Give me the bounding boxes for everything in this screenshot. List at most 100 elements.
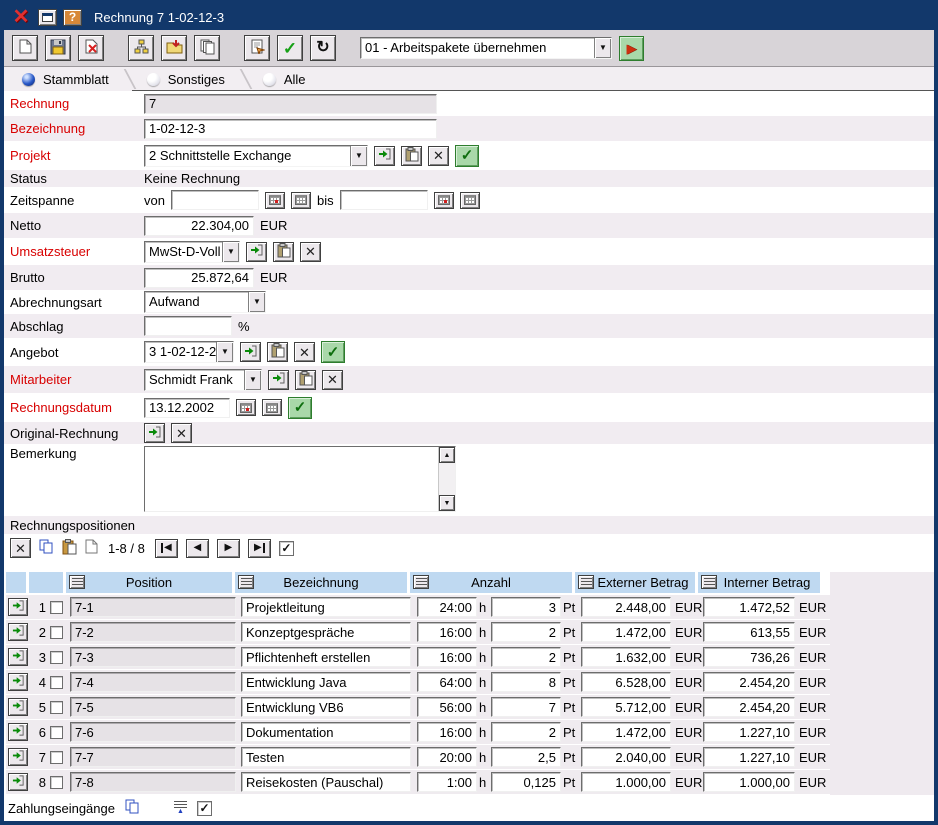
row-hours-input[interactable] [417, 772, 477, 792]
dropdown-button[interactable]: ▼ [594, 38, 611, 58]
row-points-input[interactable] [491, 722, 561, 742]
delete-record-button[interactable] [78, 35, 104, 61]
angebot-goto-button[interactable] [240, 342, 261, 362]
refresh-button[interactable]: ↻ [310, 35, 336, 61]
original-rechnung-clear-button[interactable]: ✕ [171, 423, 192, 443]
row-goto-button[interactable] [8, 698, 28, 716]
dropdown-button[interactable]: ▼ [248, 292, 265, 312]
row-intern-amount-input[interactable] [703, 697, 795, 717]
row-goto-button[interactable] [8, 723, 28, 741]
row-points-input[interactable] [491, 647, 561, 667]
row-bezeichnung-input[interactable] [241, 697, 411, 717]
umsatzsteuer-paste-button[interactable] [273, 242, 294, 262]
projekt-dropdown[interactable]: 2 Schnittstelle Exchange ▼ [144, 145, 368, 167]
scroll-up-button[interactable]: ▲ [439, 447, 455, 463]
sort-icon[interactable] [69, 575, 85, 589]
rechnungsdatum-input[interactable] [144, 398, 230, 418]
row-position-input[interactable] [70, 597, 236, 617]
row-checkbox[interactable] [50, 601, 63, 614]
abrechnungsart-dropdown[interactable]: Aufwand ▼ [144, 291, 266, 313]
action-dropdown[interactable]: 01 - Arbeitspakete übernehmen ▼ [360, 37, 612, 59]
scroll-down-button[interactable]: ▼ [439, 495, 455, 511]
save-button[interactable] [45, 35, 71, 61]
zahlungseingaenge-checkbox[interactable] [197, 801, 212, 816]
tab-sonstiges[interactable]: Sonstiges [139, 67, 237, 91]
row-bezeichnung-input[interactable] [241, 672, 411, 692]
bemerkung-textarea[interactable] [145, 447, 438, 511]
angebot-paste-button[interactable] [267, 342, 288, 362]
original-rechnung-goto-button[interactable] [144, 423, 165, 443]
positions-new-button[interactable] [85, 539, 98, 557]
row-checkbox[interactable] [50, 676, 63, 689]
row-position-input[interactable] [70, 722, 236, 742]
projekt-ok-button[interactable]: ✓ [455, 145, 479, 167]
row-position-input[interactable] [70, 622, 236, 642]
help-button[interactable]: ? [63, 9, 82, 26]
row-goto-button[interactable] [8, 623, 28, 641]
positions-delete-button[interactable]: ✕ [10, 538, 31, 558]
dropdown-button[interactable]: ▼ [244, 370, 261, 390]
row-bezeichnung-input[interactable] [241, 747, 411, 767]
projekt-paste-button[interactable] [401, 146, 422, 166]
row-intern-amount-input[interactable] [703, 622, 795, 642]
tab-alle[interactable]: Alle [255, 67, 318, 91]
positions-select-all-checkbox[interactable] [279, 541, 294, 556]
positions-copy-button[interactable] [39, 539, 54, 558]
next-page-button[interactable]: ▶ [217, 539, 240, 558]
angebot-dropdown[interactable]: 3 1-02-12-2 ▼ [144, 341, 234, 363]
row-intern-amount-input[interactable] [703, 722, 795, 742]
zahlungseingaenge-copy-button[interactable] [125, 799, 140, 818]
row-points-input[interactable] [491, 622, 561, 642]
header-externer-betrag[interactable]: Externer Betrag [575, 572, 695, 593]
sort-icon[interactable] [701, 575, 717, 589]
zahlungseingaenge-list-button[interactable]: ▲ [174, 801, 187, 815]
row-bezeichnung-input[interactable] [241, 622, 411, 642]
row-bezeichnung-input[interactable] [241, 772, 411, 792]
row-hours-input[interactable] [417, 722, 477, 742]
sort-icon[interactable] [413, 575, 429, 589]
von-calendar-button[interactable] [291, 192, 311, 209]
row-extern-amount-input[interactable] [581, 747, 671, 767]
row-hours-input[interactable] [417, 697, 477, 717]
row-extern-amount-input[interactable] [581, 697, 671, 717]
row-intern-amount-input[interactable] [703, 597, 795, 617]
rechnungsdatum-date-picker-button[interactable] [236, 399, 256, 416]
row-extern-amount-input[interactable] [581, 597, 671, 617]
row-checkbox[interactable] [50, 726, 63, 739]
mitarbeiter-dropdown[interactable]: Schmidt Frank ▼ [144, 369, 262, 391]
import-button[interactable] [161, 35, 187, 61]
row-extern-amount-input[interactable] [581, 722, 671, 742]
angebot-ok-button[interactable]: ✓ [321, 341, 345, 363]
row-bezeichnung-input[interactable] [241, 722, 411, 742]
window-button[interactable] [38, 9, 57, 26]
row-hours-input[interactable] [417, 672, 477, 692]
row-extern-amount-input[interactable] [581, 772, 671, 792]
header-position[interactable]: Position [66, 572, 232, 593]
sort-icon[interactable] [238, 575, 254, 589]
row-intern-amount-input[interactable] [703, 647, 795, 667]
header-interner-betrag[interactable]: Interner Betrag [698, 572, 820, 593]
umsatzsteuer-dropdown[interactable]: MwSt-D-Voll ▼ [144, 241, 240, 263]
rechnung-input[interactable] [144, 94, 437, 114]
last-page-button[interactable]: ▶ [248, 539, 271, 558]
header-bezeichnung[interactable]: Bezeichnung [235, 572, 407, 593]
row-intern-amount-input[interactable] [703, 772, 795, 792]
dropdown-button[interactable]: ▼ [222, 242, 239, 262]
mitarbeiter-goto-button[interactable] [268, 370, 289, 390]
row-position-input[interactable] [70, 747, 236, 767]
close-icon[interactable]: ✕ [10, 7, 32, 27]
row-goto-button[interactable] [8, 773, 28, 791]
row-checkbox[interactable] [50, 651, 63, 664]
umsatzsteuer-goto-button[interactable] [246, 242, 267, 262]
row-hours-input[interactable] [417, 622, 477, 642]
row-bezeichnung-input[interactable] [241, 597, 411, 617]
row-checkbox[interactable] [50, 751, 63, 764]
row-points-input[interactable] [491, 772, 561, 792]
abschlag-input[interactable] [144, 316, 232, 336]
row-extern-amount-input[interactable] [581, 622, 671, 642]
netto-input[interactable] [144, 216, 254, 236]
brutto-input[interactable] [144, 268, 254, 288]
row-goto-button[interactable] [8, 673, 28, 691]
row-hours-input[interactable] [417, 647, 477, 667]
bis-date-picker-button[interactable] [434, 192, 454, 209]
